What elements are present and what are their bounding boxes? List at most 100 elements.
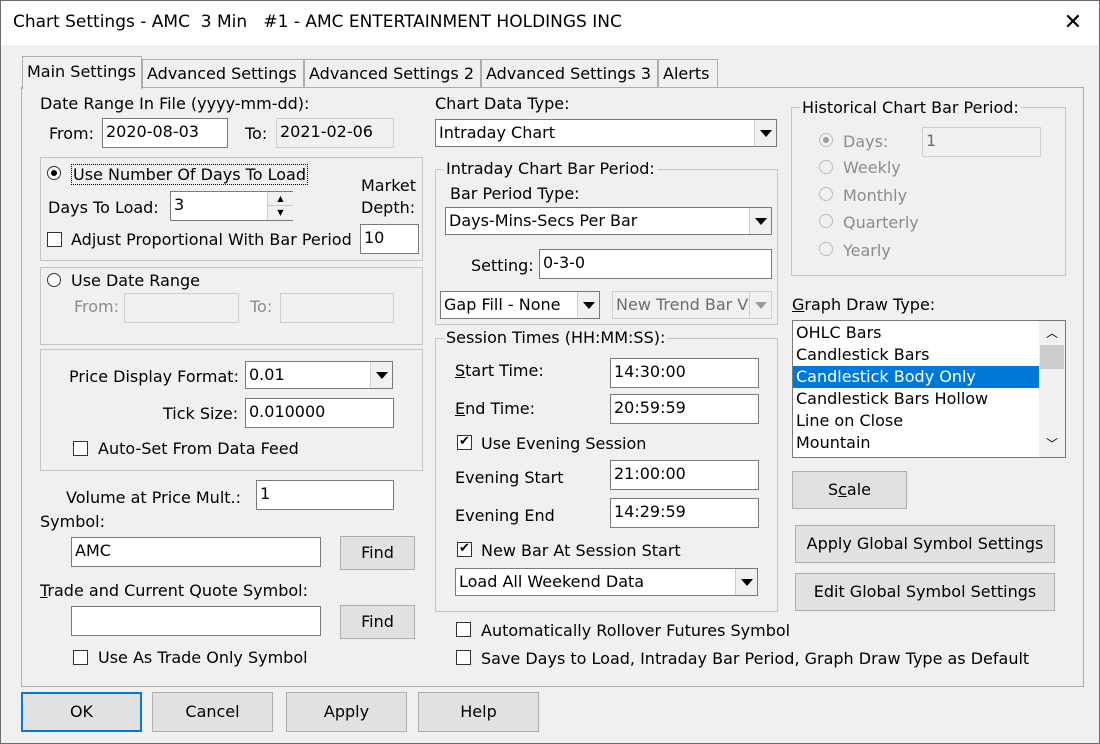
chevron-up-icon[interactable]: ︿ [1039, 321, 1065, 343]
end-time-label: End Time: [455, 399, 536, 418]
trade-only-label: Use As Trade Only Symbol [98, 648, 308, 667]
historical-yearly-label: Yearly [843, 241, 891, 260]
range-from-label: From: [74, 297, 120, 316]
gap-fill-value: Gap Fill - None [444, 295, 561, 314]
list-item[interactable]: Mountain [793, 432, 1039, 454]
list-scrollbar[interactable]: ︿ ﹀ [1039, 321, 1065, 457]
historical-weekly-label: Weekly [843, 158, 901, 177]
intraday-group-title: Intraday Chart Bar Period: [444, 159, 657, 178]
list-item[interactable]: Line on Close [793, 410, 1039, 432]
use-date-range-radio[interactable] [47, 273, 61, 287]
trade-only-checkbox[interactable] [73, 650, 88, 665]
historical-monthly-radio [819, 187, 833, 201]
adjust-proportional-checkbox[interactable] [47, 232, 62, 247]
weekend-data-select[interactable]: Load All Weekend Data [455, 568, 758, 596]
auto-set-label: Auto-Set From Data Feed [98, 439, 299, 458]
new-trend-bar-value: New Trend Bar V [616, 295, 749, 314]
rollover-checkbox[interactable] [456, 622, 471, 637]
use-days-label[interactable]: Use Number Of Days To Load [71, 164, 308, 185]
price-format-label: Price Display Format: [69, 367, 239, 386]
cancel-button[interactable]: Cancel [152, 692, 273, 732]
evening-start-field[interactable]: 21:00:00 [610, 460, 759, 490]
evening-end-label: Evening End [455, 506, 555, 525]
auto-set-checkbox[interactable] [73, 441, 88, 456]
price-format-value: 0.01 [249, 365, 285, 384]
use-date-range-label: Use Date Range [71, 271, 201, 290]
tick-size-field[interactable]: 0.010000 [245, 398, 394, 428]
scale-button[interactable]: Scale [792, 471, 907, 509]
start-time-label: Start Time: [455, 361, 544, 380]
chart-settings-dialog: Chart Settings - AMC 3 Min #1 - AMC ENTE… [0, 0, 1100, 744]
list-item[interactable]: OHLC Bars [793, 322, 1039, 344]
edit-global-settings-button[interactable]: Edit Global Symbol Settings [795, 573, 1055, 611]
chart-data-type-value: Intraday Chart [439, 123, 555, 142]
historical-quarterly-label: Quarterly [843, 213, 919, 232]
bar-period-type-select[interactable]: Days-Mins-Secs Per Bar [445, 207, 772, 235]
title-bar: Chart Settings - AMC 3 Min #1 - AMC ENTE… [1, 1, 1099, 45]
weekend-data-value: Load All Weekend Data [459, 572, 645, 591]
price-format-select[interactable]: 0.01 [245, 361, 393, 389]
historical-group-title: Historical Chart Bar Period: [800, 98, 1021, 117]
symbol-label: Symbol: [40, 512, 105, 531]
graph-draw-type-label: Graph Draw Type: [792, 295, 936, 314]
ok-button[interactable]: OK [21, 692, 142, 732]
volume-mult-label: Volume at Price Mult.: [66, 488, 242, 507]
chevron-down-icon [735, 569, 757, 595]
historical-days-label: Days: [843, 132, 889, 151]
list-item-selected[interactable]: Candlestick Body Only [793, 366, 1039, 388]
trade-symbol-field[interactable] [71, 606, 321, 636]
setting-field[interactable]: 0-3-0 [539, 249, 772, 279]
chevron-down-icon[interactable]: ﹀ [1039, 435, 1065, 457]
tab-alerts[interactable]: Alerts [658, 59, 718, 87]
use-evening-session-label: Use Evening Session [481, 434, 647, 453]
tick-size-label: Tick Size: [163, 404, 239, 423]
rollover-label: Automatically Rollover Futures Symbol [481, 621, 791, 640]
graph-draw-type-list[interactable]: OHLC Bars Candlestick Bars Candlestick B… [792, 320, 1066, 458]
close-icon[interactable]: ✕ [1047, 1, 1099, 45]
historical-days-radio [819, 133, 833, 147]
symbol-field[interactable]: AMC [71, 537, 321, 567]
gap-fill-select[interactable]: Gap Fill - None [440, 291, 600, 319]
range-to-label: To: [250, 297, 273, 316]
chart-data-type-label: Chart Data Type: [435, 94, 570, 113]
volume-mult-field[interactable]: 1 [256, 480, 394, 510]
historical-days-field: 1 [922, 127, 1041, 157]
trade-symbol-label: Trade and Current Quote Symbol: [40, 581, 308, 600]
tab-advanced-settings[interactable]: Advanced Settings [142, 59, 304, 87]
file-to-field: 2021-02-06 [276, 118, 394, 148]
end-time-field[interactable]: 20:59:59 [610, 394, 759, 424]
new-trend-bar-select: New Trend Bar V [612, 291, 772, 319]
setting-label: Setting: [471, 256, 534, 275]
list-item[interactable]: Candlestick Bars [793, 344, 1039, 366]
apply-global-settings-button[interactable]: Apply Global Symbol Settings [795, 525, 1055, 563]
save-default-checkbox[interactable] [456, 650, 471, 665]
historical-weekly-radio [819, 160, 833, 174]
market-depth-label-2: Depth: [361, 198, 416, 217]
days-spinner[interactable]: ▲ ▼ [267, 192, 293, 220]
new-bar-session-start-label: New Bar At Session Start [481, 541, 681, 560]
market-depth-label-1: Market [361, 176, 416, 195]
use-days-radio[interactable] [47, 166, 61, 180]
new-bar-session-start-checkbox[interactable] [457, 540, 472, 558]
start-time-field[interactable]: 14:30:00 [610, 358, 759, 388]
use-evening-session-checkbox[interactable] [457, 433, 472, 451]
evening-end-field[interactable]: 14:29:59 [610, 498, 759, 528]
bar-period-type-value: Days-Mins-Secs Per Bar [449, 211, 638, 230]
trade-symbol-find-button[interactable]: Find [340, 605, 415, 639]
file-from-field[interactable]: 2020-08-03 [102, 118, 228, 148]
range-to-field [280, 293, 394, 323]
list-item[interactable]: Candlestick Bars Hollow [793, 388, 1039, 410]
tab-advanced-settings-2[interactable]: Advanced Settings 2 [304, 59, 481, 87]
chart-data-type-select[interactable]: Intraday Chart [435, 119, 777, 147]
save-default-label: Save Days to Load, Intraday Bar Period, … [481, 649, 1030, 668]
tab-main-settings[interactable]: Main Settings [22, 56, 142, 89]
chevron-down-icon [749, 208, 771, 234]
scroll-thumb[interactable] [1040, 345, 1064, 369]
date-range-label: Date Range In File (yyyy-mm-dd): [40, 94, 310, 113]
symbol-find-button[interactable]: Find [340, 536, 415, 570]
tab-advanced-settings-3[interactable]: Advanced Settings 3 [481, 59, 658, 87]
apply-button[interactable]: Apply [286, 692, 407, 732]
window-title: Chart Settings - AMC 3 Min #1 - AMC ENTE… [13, 12, 622, 32]
help-button[interactable]: Help [418, 692, 539, 732]
market-depth-field[interactable]: 10 [360, 224, 419, 254]
